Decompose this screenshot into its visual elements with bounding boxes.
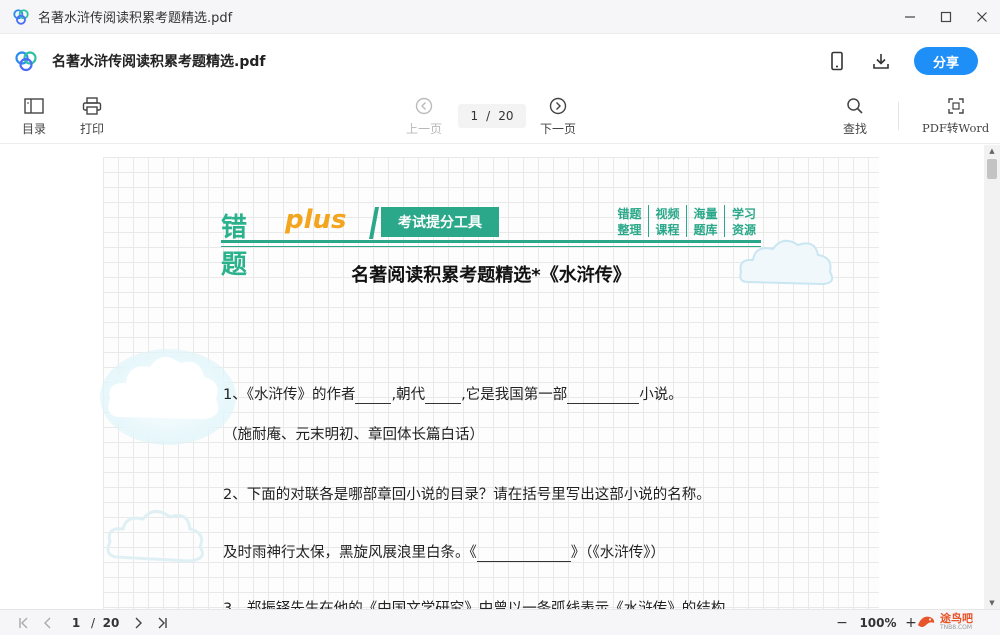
next-page-icon[interactable] — [130, 614, 146, 632]
pdf-to-word-label: PDF转Word — [922, 121, 990, 135]
page-separator: / — [486, 109, 491, 123]
question-1: 1、《水浒传》的作者 ,朝代 ,它是我国第一部 小说。 — [223, 383, 683, 404]
toolbar-divider — [898, 102, 899, 130]
vertical-scrollbar[interactable]: ▲ ▼ — [984, 145, 1000, 609]
toc-label: 目录 — [22, 122, 47, 136]
printer-icon — [81, 96, 103, 116]
last-page-icon[interactable] — [154, 614, 170, 632]
answer-blank — [476, 546, 571, 562]
logo-grid-cell: 资源 — [731, 222, 756, 237]
app-logo-icon — [13, 8, 29, 25]
answer-blank — [425, 388, 462, 404]
logo-tag: 考试提分工具 — [381, 207, 499, 237]
answer-blank — [355, 388, 392, 404]
status-current-page[interactable]: 1 — [70, 614, 82, 632]
current-page: 1 — [470, 109, 479, 123]
watermark-text: 途鸟吧 — [940, 612, 973, 625]
zoom-out-button[interactable]: − — [834, 614, 850, 632]
next-page-button[interactable]: 下一页 — [540, 96, 576, 137]
question-2: 2、下面的对联各是哪部章回小说的目录？请在括号里写出这部小说的名称。 — [223, 487, 711, 503]
question-text: ,它是我国第一部 — [461, 387, 568, 403]
document-heading: 名著阅读积累考题精选*《水浒传》 — [351, 265, 631, 286]
minimize-icon[interactable] — [892, 0, 928, 34]
slash-decoration — [369, 207, 379, 239]
share-button[interactable]: 分享 — [914, 47, 978, 75]
logo-grid-cell: 学习 — [731, 206, 756, 221]
toc-button[interactable]: 目录 — [22, 96, 46, 137]
maximize-icon[interactable] — [928, 0, 964, 34]
status-bar: 1 / 20 − 100% + — [0, 609, 1000, 635]
question-text: ,朝代 — [391, 387, 426, 403]
answer-blank — [567, 388, 640, 404]
status-separator: / — [90, 616, 96, 630]
page-number-input[interactable]: 1 / 20 — [458, 104, 526, 128]
watermark-sub: TNB8.COM — [940, 624, 973, 631]
cloud-decoration — [106, 510, 204, 563]
total-pages: 20 — [498, 109, 514, 123]
window-title: 名著水浒传阅读积累考题精选.pdf — [38, 11, 233, 26]
site-watermark: 途鸟吧 TNB8.COM — [916, 609, 1000, 635]
header-rule — [221, 246, 761, 247]
logo-grid-cell: 错题 — [611, 205, 649, 221]
logo-grid-cell: 题库 — [687, 221, 725, 237]
document-title: 名著水浒传阅读积累考题精选.pdf — [52, 54, 266, 70]
zoom-level[interactable]: 100% — [858, 614, 898, 632]
header-rule — [221, 240, 761, 243]
question-text: 》（《水浒传》） — [570, 545, 665, 561]
logo-grid-cell: 海量 — [687, 205, 725, 221]
document-viewer[interactable]: 错题 plus 考试提分工具 错题 视频 海量 学习 整理 课程 题库 资源 名… — [0, 145, 984, 609]
logo-grid-cell: 视频 — [649, 205, 687, 221]
question-text: 及时雨神行太保，黑旋风展浪里白条。《 — [223, 545, 477, 561]
pdf-to-word-button[interactable]: PDF转Word — [922, 96, 989, 136]
cloud-decoration — [100, 349, 236, 445]
question-3: 3、郑振铎先生在他的《中国文学研究》中曾以一条弧线表示《水浒传》的结构 — [223, 601, 726, 609]
close-icon[interactable] — [964, 0, 1000, 34]
logo-grid-cell: 整理 — [611, 221, 649, 237]
logo-feature-grid: 错题 视频 海量 学习 整理 课程 题库 资源 — [611, 205, 763, 237]
document-header: 名著水浒传阅读积累考题精选.pdf 分享 — [0, 34, 1000, 88]
scroll-thumb[interactable] — [987, 159, 997, 179]
question-2-couplet: 及时雨神行太保，黑旋风展浪里白条。《 》（《水浒传》） — [223, 541, 665, 562]
chevron-right-circle-icon — [547, 96, 569, 116]
scroll-up-icon[interactable]: ▲ — [984, 145, 1000, 157]
prev-page-button[interactable]: 上一页 — [406, 96, 442, 137]
find-button[interactable]: 查找 — [843, 96, 867, 137]
sidebar-icon — [23, 96, 45, 116]
phone-icon[interactable] — [826, 50, 848, 72]
header-actions: 分享 — [826, 34, 978, 88]
watermark-text-block: 途鸟吧 TNB8.COM — [940, 613, 973, 631]
print-label: 打印 — [80, 122, 105, 136]
app-logo-icon — [15, 51, 37, 72]
download-icon[interactable] — [870, 50, 892, 72]
question-1-answer: （施耐庵、元末明初、章回体长篇白话） — [223, 427, 484, 443]
scroll-down-icon[interactable]: ▼ — [984, 597, 1000, 609]
question-text: 小说。 — [639, 387, 683, 403]
find-label: 查找 — [843, 122, 868, 136]
prev-page-label: 上一页 — [406, 122, 443, 136]
window-controls — [892, 0, 1000, 34]
bird-logo-icon — [918, 616, 935, 627]
print-button[interactable]: 打印 — [80, 96, 104, 137]
search-icon — [844, 96, 866, 116]
logo-plus-text: plus — [285, 205, 347, 235]
logo-grid-cell: 课程 — [649, 221, 687, 237]
first-page-icon[interactable] — [16, 614, 32, 632]
pdf-page: 错题 plus 考试提分工具 错题 视频 海量 学习 整理 课程 题库 资源 名… — [100, 157, 879, 609]
question-text: 1、《水浒传》的作者 — [223, 387, 356, 403]
chevron-left-circle-icon — [413, 96, 435, 116]
window-titlebar: 名著水浒传阅读积累考题精选.pdf — [0, 0, 1000, 34]
prev-page-icon[interactable] — [40, 614, 56, 632]
next-page-label: 下一页 — [540, 122, 577, 136]
status-total-pages: 20 — [102, 616, 120, 630]
convert-icon — [945, 96, 967, 116]
